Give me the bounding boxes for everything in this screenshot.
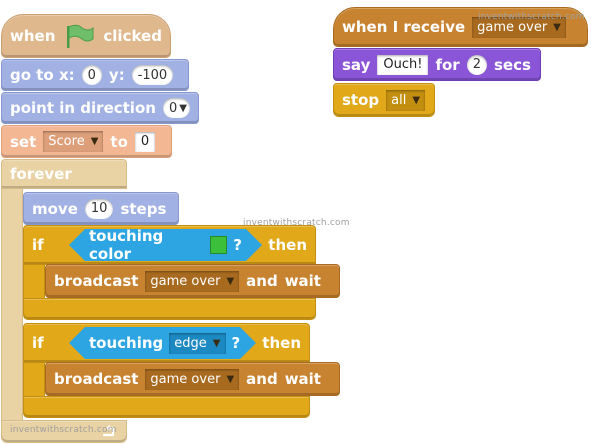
say-for-secs-block[interactable]: say Ouch! for 2 secs: [333, 48, 541, 81]
go-to-x-label: go to x:: [10, 66, 75, 84]
question-mark: ?: [233, 236, 242, 254]
when-i-receive-label: when I receive: [342, 18, 466, 36]
stop-option: all: [391, 92, 407, 108]
say-text-input[interactable]: Ouch!: [377, 54, 429, 75]
broadcast-message-dropdown[interactable]: game over ▼: [145, 270, 240, 292]
touching-target-dropdown[interactable]: edge ▼: [169, 333, 225, 354]
stop-option-dropdown[interactable]: all ▼: [386, 89, 426, 111]
if-2-bottom: [23, 396, 310, 418]
dropdown-arrow-icon: ▼: [90, 136, 99, 147]
forever-left-arm: [1, 188, 23, 422]
watermark: inventwithscratch.com: [243, 218, 350, 228]
steps-label: steps: [120, 199, 167, 218]
green-flag-icon: [67, 24, 94, 48]
set-variable-block[interactable]: set Score ▼ to 0: [1, 125, 172, 158]
and-label: and: [246, 370, 278, 388]
watermark: inventwithscratch.com: [478, 12, 585, 22]
dropdown-arrow-icon: ▼: [212, 337, 221, 349]
touching-color-label: touching color: [89, 227, 164, 263]
broadcast-and-wait-block-1[interactable]: broadcast game over ▼ and wait: [45, 264, 340, 298]
forever-block[interactable]: forever: [1, 159, 127, 189]
then-label: then: [268, 236, 307, 254]
point-in-direction-block[interactable]: point in direction 0 ▼: [1, 92, 199, 124]
broadcast-and-wait-block-2[interactable]: broadcast game over ▼ and wait: [45, 362, 340, 396]
if-1-left-arm: [23, 264, 45, 302]
dropdown-arrow-icon: ▼: [226, 275, 235, 287]
variable-name: Score: [48, 134, 85, 149]
then-label: then: [262, 334, 301, 352]
dropdown-arrow-icon: ▼: [553, 21, 561, 33]
if-1-bottom: [23, 298, 316, 320]
say-label: say: [342, 55, 371, 74]
touching-target: edge: [174, 335, 207, 351]
go-to-xy-block[interactable]: go to x: 0 y: -100: [1, 59, 189, 91]
and-label: and: [246, 272, 278, 290]
message-name: game over: [150, 273, 221, 289]
dropdown-arrow-icon: ▼: [179, 102, 187, 114]
point-in-direction-label: point in direction: [10, 99, 156, 117]
when-label: when: [10, 27, 56, 45]
touching-label: touching: [89, 334, 164, 352]
dropdown-arrow-icon: ▼: [226, 373, 235, 385]
move-label: move: [32, 199, 78, 218]
stop-label: stop: [342, 91, 380, 109]
direction-value: 0: [168, 100, 178, 116]
direction-input[interactable]: 0 ▼: [162, 98, 190, 118]
if-label: if: [32, 236, 44, 254]
watermark: inventwithscratch.com: [10, 425, 117, 435]
secs-label: secs: [493, 55, 531, 74]
for-label: for: [435, 55, 460, 74]
y-value-input[interactable]: -100: [131, 65, 174, 85]
forever-label: forever: [10, 165, 72, 183]
clicked-label: clicked: [103, 27, 162, 45]
if-2-left-arm: [23, 362, 45, 400]
broadcast-label: broadcast: [54, 370, 139, 388]
x-value-input[interactable]: 0: [81, 65, 102, 85]
set-value-input[interactable]: 0: [134, 131, 156, 152]
y-label: y:: [108, 66, 125, 84]
question-mark: ?: [231, 334, 241, 352]
dropdown-arrow-icon: ▼: [412, 94, 421, 106]
steps-input[interactable]: 10: [84, 198, 114, 219]
touching-color-condition[interactable]: touching color ?: [69, 229, 262, 261]
to-label: to: [110, 132, 128, 151]
variable-dropdown[interactable]: Score ▼: [43, 131, 104, 152]
color-swatch[interactable]: [210, 236, 227, 254]
when-flag-clicked-block[interactable]: when clicked: [1, 14, 171, 58]
wait-label: wait: [284, 370, 321, 388]
wait-label: wait: [284, 272, 321, 290]
set-label: set: [10, 132, 37, 151]
move-steps-block[interactable]: move 10 steps: [23, 192, 179, 225]
message-name: game over: [150, 371, 221, 387]
broadcast-label: broadcast: [54, 272, 139, 290]
touching-edge-condition[interactable]: touching edge ▼ ?: [69, 327, 256, 359]
seconds-input[interactable]: 2: [466, 54, 487, 75]
if-label: if: [32, 334, 44, 352]
broadcast-message-dropdown[interactable]: game over ▼: [145, 368, 240, 390]
stop-block[interactable]: stop all ▼: [333, 83, 435, 117]
